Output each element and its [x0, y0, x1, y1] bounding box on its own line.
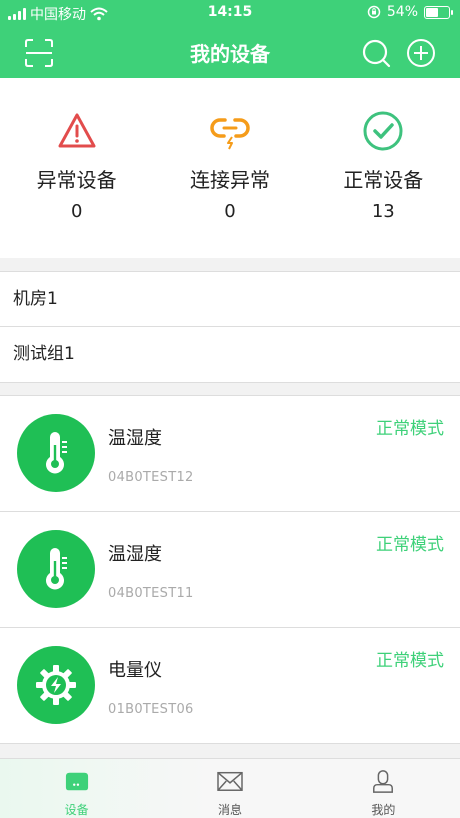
battery-fill — [426, 7, 438, 17]
person-icon — [373, 770, 394, 793]
nav-bar: 我的设备 — [0, 26, 460, 78]
stat-label: 连接异常 — [189, 168, 270, 192]
device-name: 温湿度 — [108, 428, 162, 449]
device-name: 电量仪 — [108, 660, 162, 681]
group-list: 机房1 测试组1 — [0, 271, 460, 383]
battery-icon — [424, 5, 453, 19]
search-icon[interactable] — [361, 38, 391, 68]
device-item[interactable]: 电量仪 01B0TEST06 正常模式 — [0, 628, 460, 744]
page-title: 我的设备 — [190, 42, 270, 66]
tab-mine[interactable]: 我的 — [307, 759, 460, 818]
top-bar: 中国移动 14:15 54% 我的设备 — [0, 0, 460, 78]
warning-triangle-icon — [58, 113, 96, 148]
device-icon — [65, 772, 88, 791]
device-item[interactable]: 温湿度 04B0TEST11 正常模式 — [0, 512, 460, 628]
status-right: 54% — [367, 4, 453, 20]
tab-label: 设备 — [64, 803, 89, 817]
tab-bar: 设备 消息 我的 — [0, 758, 460, 818]
stat-value: 13 — [371, 201, 395, 222]
rotation-lock-icon — [367, 5, 381, 19]
stat-label: 正常设备 — [343, 168, 424, 192]
tab-devices[interactable]: 设备 — [0, 759, 153, 818]
device-list: 温湿度 04B0TEST12 正常模式 温湿度 04B0TEST11 正常模式 — [0, 395, 460, 744]
group-item[interactable]: 机房1 — [0, 272, 460, 327]
device-mode: 正常模式 — [376, 419, 444, 439]
device-mode: 正常模式 — [376, 535, 444, 555]
device-mode: 正常模式 — [376, 651, 444, 671]
stat-label: 异常设备 — [36, 168, 117, 192]
stat-value: 0 — [70, 201, 83, 222]
device-id: 04B0TEST11 — [108, 586, 194, 601]
tab-label: 消息 — [217, 803, 242, 817]
add-icon[interactable] — [406, 38, 436, 68]
tab-messages[interactable]: 消息 — [153, 759, 306, 818]
check-circle-icon — [363, 111, 403, 151]
device-stats: 异常设备 0 连接异常 0 正常设备 13 — [0, 78, 460, 258]
device-name: 温湿度 — [108, 544, 162, 565]
tab-label: 我的 — [371, 803, 396, 817]
device-id: 01B0TEST06 — [108, 702, 194, 717]
status-bar: 中国移动 14:15 54% — [0, 0, 460, 26]
power-gear-icon — [17, 646, 95, 724]
battery-percent: 54% — [386, 4, 418, 20]
broken-link-icon — [210, 118, 250, 150]
thermometer-icon — [17, 414, 95, 492]
device-id: 04B0TEST12 — [108, 470, 194, 485]
stat-connection-abnormal[interactable]: 连接异常 0 — [153, 78, 306, 258]
stat-normal-devices[interactable]: 正常设备 13 — [307, 78, 460, 258]
stat-abnormal-devices[interactable]: 异常设备 0 — [0, 78, 153, 258]
group-item[interactable]: 测试组1 — [0, 327, 460, 382]
stat-value: 0 — [224, 201, 236, 222]
thermometer-icon — [17, 530, 95, 608]
mail-icon — [217, 771, 243, 791]
device-item[interactable]: 温湿度 04B0TEST12 正常模式 — [0, 396, 460, 512]
